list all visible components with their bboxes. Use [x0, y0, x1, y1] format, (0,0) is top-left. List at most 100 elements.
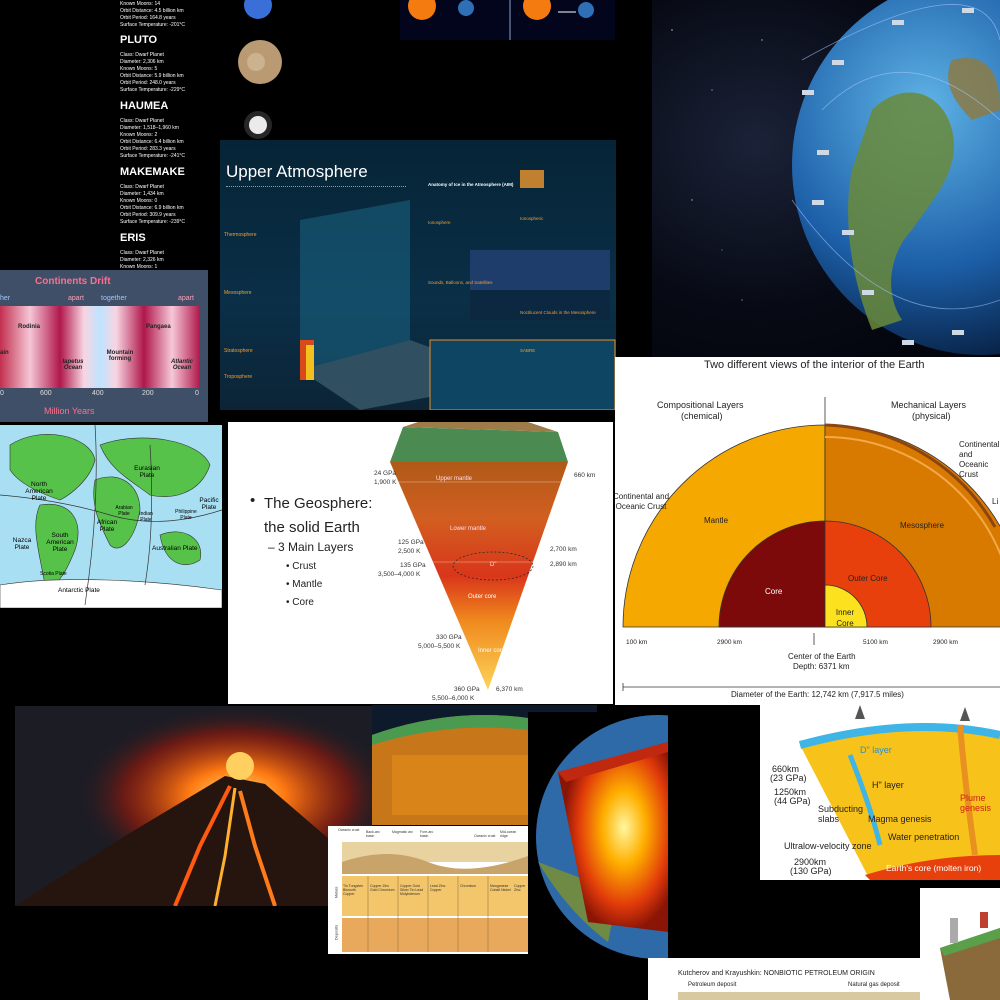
planet-name: HAUMEA: [120, 100, 169, 112]
continents-drift-chart: Continents Drift her apart together apar…: [0, 270, 208, 422]
pressure-label: (44 GPa): [774, 796, 811, 806]
crust-label-right: Continental and Oceanic Crust: [959, 440, 1000, 479]
layer-label: Mesosphere: [224, 290, 252, 296]
outer-core-label: Outer Core: [848, 574, 888, 583]
center-label: Center of the Earth: [788, 652, 856, 661]
temperature-label: 3,500–4,000 K: [378, 571, 421, 578]
process-label: Plume genesis: [960, 793, 992, 813]
pressure-label: 125 GPa: [398, 539, 424, 546]
sun-earth-orbit-diagrams: [400, 0, 615, 40]
ore-metals: Copper Gold Silver Tin Lead Molybdenum: [400, 884, 424, 896]
drift-label: Atlantic Ocean: [170, 359, 193, 371]
plate-label: South American Plate: [46, 532, 74, 553]
drift-label: Rodinia: [18, 324, 40, 330]
ore-row-label: Metals: [333, 886, 339, 899]
depth-label: 660 km: [574, 472, 596, 479]
wedge-label: Lower mantle: [450, 526, 487, 532]
earth-cutaway-globe: [528, 712, 668, 962]
core-label: Core: [765, 587, 783, 596]
km-label: 5100 km: [863, 639, 888, 646]
drift-phase: her: [0, 295, 11, 302]
ore-column-head: Oceanic crust: [474, 834, 496, 838]
plate-label: Pacific Plate: [199, 497, 219, 511]
pressure-label: 360 GPa: [454, 686, 480, 693]
ore-metals: Copper Zinc Gold Chromium: [370, 884, 395, 892]
pressure-label: (130 GPa): [790, 866, 832, 876]
temperature-label: 5,500–6,000 K: [432, 695, 475, 702]
mesosphere-label: Mesosphere: [900, 521, 945, 530]
drift-tick: 600: [40, 390, 52, 397]
geosphere-slide: • The Geosphere: the solid Earth – 3 Mai…: [228, 422, 613, 704]
planet-name: MAKEMAKE: [120, 166, 185, 178]
process-label: Magma genesis: [868, 814, 932, 824]
drift-label: Pangaea: [146, 324, 171, 330]
layer-label: Troposphere: [224, 374, 253, 380]
ore-metals: Manganese Cobalt Nickel: [490, 884, 511, 892]
plate-label: Indian Plate: [139, 511, 153, 523]
petro-right-label: Natural gas deposit: [848, 982, 900, 988]
drift-title: Continents Drift: [35, 276, 111, 287]
plate-label: Philippine Plate: [175, 509, 197, 521]
depth-label: 2,890 km: [550, 561, 577, 568]
drift-label: Iapetus Ocean: [62, 359, 84, 371]
process-label: Water penetration: [888, 832, 960, 842]
mantle-convection-diagram: 660km (23 GPa) 1250km (44 GPa) 2900km (1…: [760, 705, 1000, 880]
process-label: Subducting slabs: [818, 804, 864, 824]
plate-label: African Plate: [96, 519, 118, 533]
mantle-label: Mantle: [704, 516, 729, 525]
ore-row-label: Deposits: [333, 924, 339, 941]
geology-block-diagram: [920, 888, 1000, 1000]
layer-label: Stratosphere: [224, 348, 253, 354]
drift-phase: apart: [178, 295, 194, 302]
neptune-image: [244, 0, 272, 19]
zone-label: Ultralow-velocity zone: [784, 841, 872, 851]
ore-metals: Tin Tungsten Bismuth Copper: [343, 884, 364, 896]
layer-label: Thermosphere: [224, 232, 257, 238]
lithosphere-label: Li: [992, 497, 999, 506]
drift-phase: apart: [68, 295, 84, 302]
plate-label: Eurasian Plate: [134, 465, 160, 479]
planet-name: ERIS: [120, 232, 146, 244]
drift-band: [0, 306, 200, 388]
tectonic-plates-map: North American Plate Eurasian Plate Paci…: [0, 425, 222, 608]
layer-label: D" layer: [860, 745, 892, 755]
inner-core-label: Inner Core: [835, 608, 855, 628]
plate-label: Antarctic Plate: [58, 587, 100, 594]
layer-label: H" layer: [872, 780, 904, 790]
temperature-label: 2,500 K: [398, 548, 421, 555]
drift-tick: 0: [195, 390, 199, 397]
plate-label: Scotia Plate: [40, 571, 67, 577]
petro-strata: [678, 992, 938, 1000]
planet-line: Surface Temperature: -201°C: [120, 22, 185, 28]
erupting-volcano-photo: [15, 706, 372, 906]
ore-column-head: Mid-ocean ridge: [500, 830, 517, 838]
drift-label: ain: [0, 350, 9, 356]
plate-label: Nazca Plate: [12, 537, 32, 551]
poster-heading: Ionosphere: [428, 220, 451, 225]
dwarf-planet-images: [230, 0, 300, 140]
ore-metals: Copper Zinc: [514, 884, 526, 892]
ore-metals: Lead Zinc Copper: [430, 884, 446, 892]
pressure-label: (23 GPa): [770, 773, 807, 783]
diameter-label: Diameter of the Earth: 12,742 km (7,917.…: [731, 690, 904, 699]
earth-satellites-image: [652, 0, 1000, 357]
wedge-label: Inner core: [478, 648, 506, 654]
upper-atmosphere-poster: Upper Atmosphere Thermosphere Mesosphere…: [220, 140, 616, 410]
depth-label: 6,370 km: [496, 686, 523, 693]
ore-column-head: Oceanic crust: [338, 828, 360, 832]
drift-tick: 400: [92, 390, 104, 397]
pressure-label: 135 GPa: [400, 562, 426, 569]
petro-title: Kutcherov and Krayushkin: NONBIOTIC PETR…: [678, 970, 875, 977]
plate-label: Arabian Plate: [115, 505, 133, 517]
wedge-label: D": [490, 562, 497, 568]
drift-tick: 200: [142, 390, 154, 397]
km-label: 2900 km: [933, 639, 958, 646]
poster-heading: Noctilucent Clouds in the Mesosphere: [520, 310, 596, 315]
poster-heading: Sounds, Balloons, and Satellites: [428, 280, 493, 285]
core-label: Earth's core (molten iron): [886, 863, 982, 873]
petroleum-origin-diagram: Kutcherov and Krayushkin: NONBIOTIC PETR…: [648, 958, 958, 1000]
drift-axis-label: Million Years: [44, 406, 95, 416]
ore-deposits-diagram: Metals Deposits Oceanic crust Back-arc b…: [328, 826, 528, 954]
planet-line: Surface Temperature: -229°C: [120, 87, 185, 93]
drift-label: Mountain forming: [106, 350, 134, 362]
